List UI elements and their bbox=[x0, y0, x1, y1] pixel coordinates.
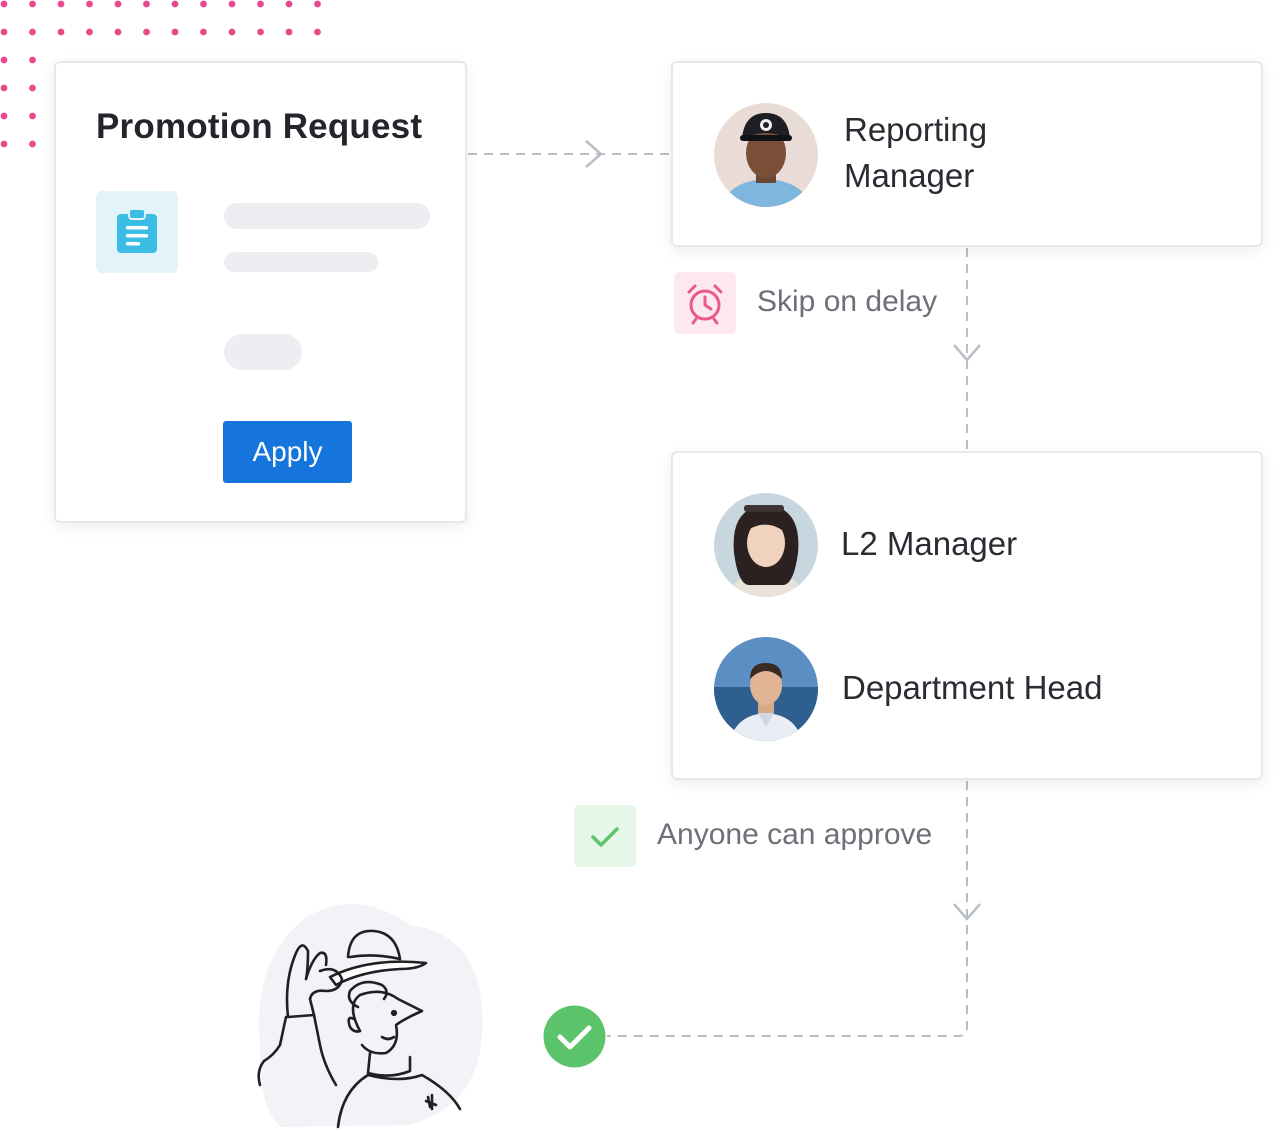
role-label-reporting-manager: Reporting Manager bbox=[844, 107, 987, 199]
clipboard-icon bbox=[96, 191, 178, 273]
anyone-can-approve-label: Anyone can approve bbox=[657, 818, 933, 851]
hat-tip-illustration bbox=[257, 904, 483, 1129]
woman-avatar bbox=[714, 493, 818, 597]
approvers-card: L2 Manager Department Head bbox=[671, 451, 1263, 780]
man-by-sea-avatar bbox=[714, 637, 818, 741]
role-label-l2-manager: L2 Manager bbox=[841, 525, 1018, 562]
check-icon bbox=[574, 805, 636, 867]
role-line: Reporting bbox=[844, 111, 988, 148]
apply-button[interactable]: Apply bbox=[223, 421, 352, 483]
man-in-cap-avatar bbox=[714, 103, 818, 207]
placeholder-line bbox=[224, 203, 430, 229]
placeholder-pill bbox=[224, 334, 302, 370]
check-circle-icon bbox=[543, 1005, 606, 1068]
reporting-manager-card: Reporting Manager bbox=[671, 61, 1263, 247]
promotion-request-card: Promotion Request Apply bbox=[54, 61, 467, 523]
skip-on-delay-label: Skip on delay bbox=[757, 285, 938, 318]
request-title: Promotion Request bbox=[96, 107, 423, 146]
role-label-department-head: Department Head bbox=[842, 669, 1103, 706]
placeholder-line bbox=[224, 252, 378, 272]
role-line: Manager bbox=[844, 157, 975, 194]
alarm-clock-icon bbox=[674, 272, 736, 334]
